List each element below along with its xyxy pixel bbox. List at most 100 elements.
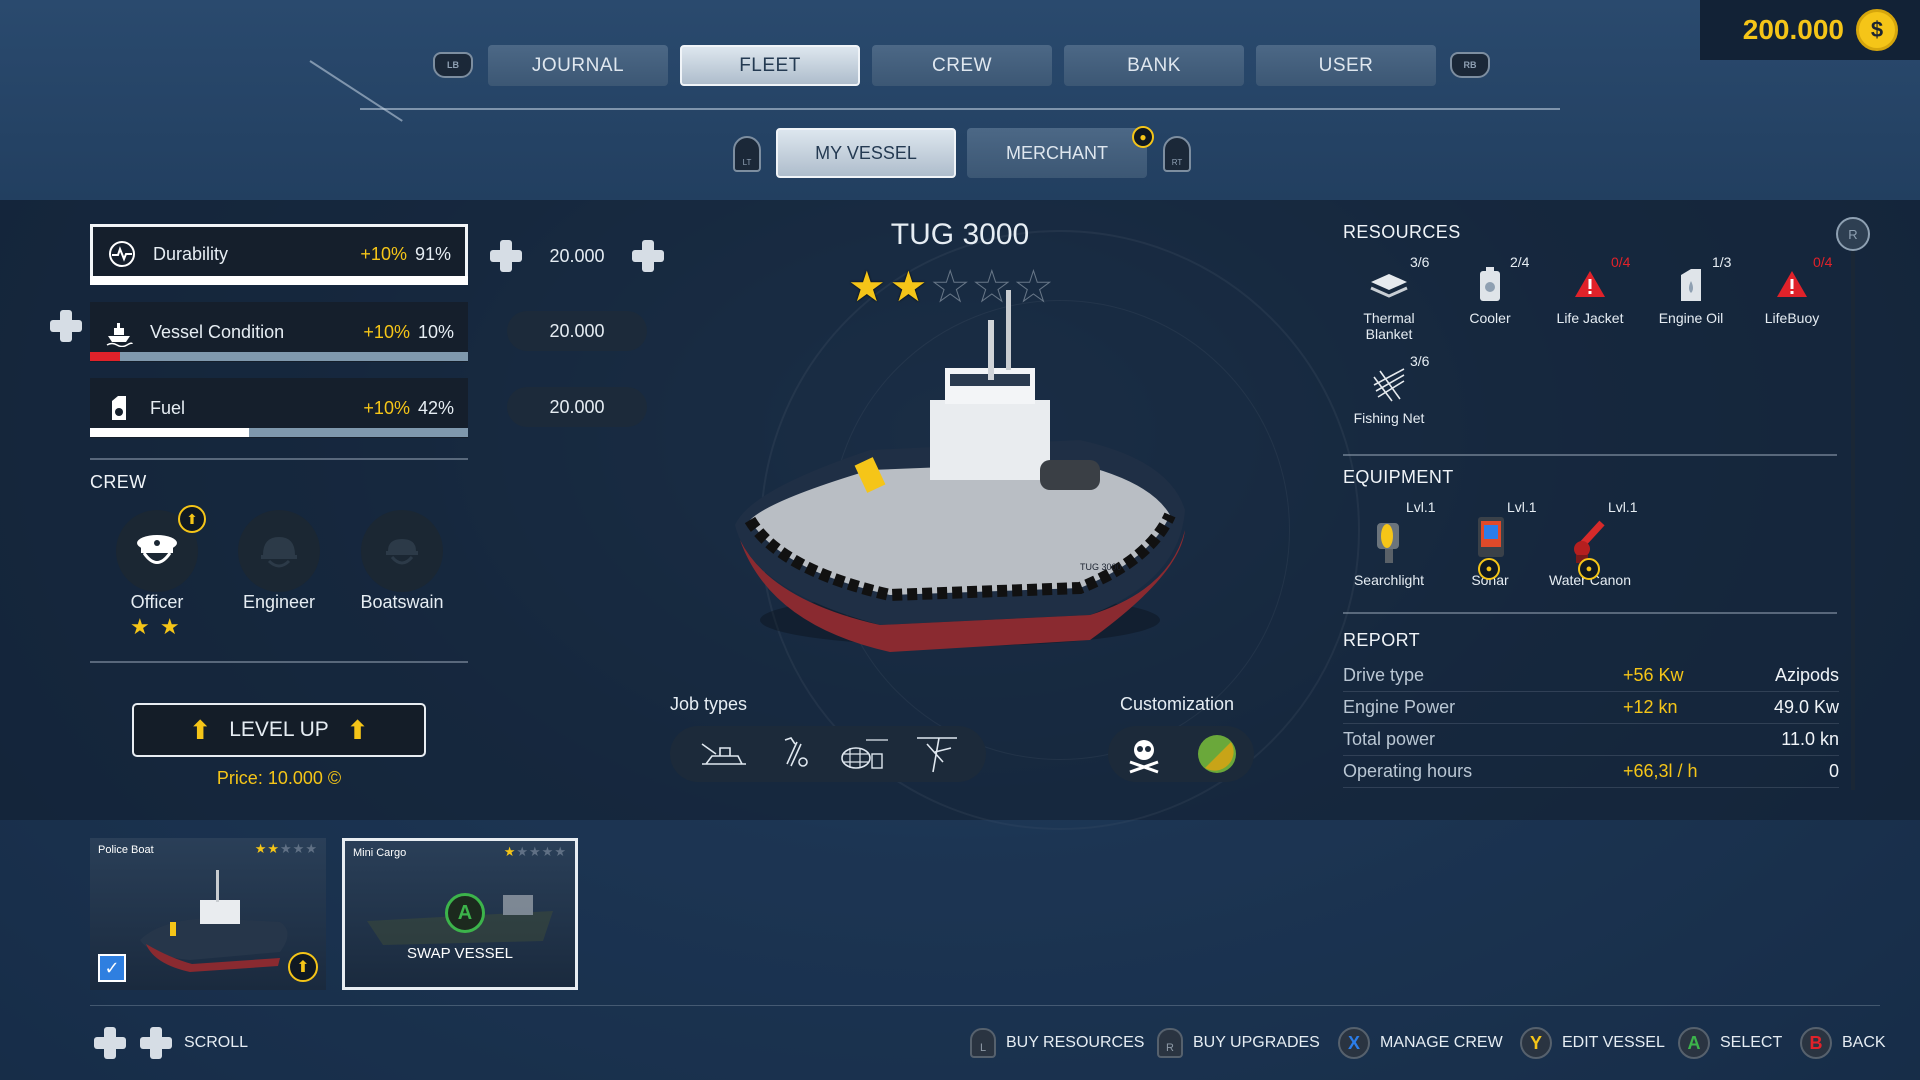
report-bonus: +56 Kw [1623, 665, 1684, 685]
vessel-card-stars: ★★★★★ [254, 841, 318, 856]
fuel-cost[interactable]: 20.000 [507, 387, 647, 427]
subtab-my-vessel[interactable]: MY VESSEL [776, 128, 956, 178]
report-bonus: +66,3l / h [1623, 761, 1698, 781]
vessel-card-name: Police Boat [98, 844, 154, 856]
hint-label: BUY UPGRADES [1193, 1034, 1320, 1051]
fuel-bar [90, 428, 468, 437]
footer-divider [90, 1005, 1880, 1006]
resource-name: Life Jacket [1556, 310, 1624, 326]
durability-cost[interactable]: 20.000 [507, 236, 647, 276]
boatswain-avatar[interactable] [361, 510, 443, 592]
vessel-condition-cost[interactable]: 20.000 [507, 311, 647, 351]
right-panel-scrollbar[interactable] [1851, 230, 1855, 790]
level-up-label: LEVEL UP [229, 718, 329, 741]
resource-thermal-blanket[interactable]: Thermal Blanket [1341, 262, 1437, 342]
report-row: Total power 11.0 kn [1343, 724, 1839, 756]
resource-life-jacket[interactable]: Life Jacket [1542, 262, 1638, 326]
resource-name: Engine Oil [1658, 310, 1724, 326]
coin-icon: © [327, 768, 342, 788]
hull-name: TUG 3000 [1080, 562, 1122, 572]
rt-trigger-icon: R [1157, 1028, 1183, 1058]
fuel-icon [104, 393, 134, 423]
upgrade-icon: ⬆ [288, 952, 318, 982]
stat-bonus: +10% [363, 321, 410, 342]
equipment-title: EQUIPMENT [1343, 467, 1454, 487]
rescue-icon [916, 737, 957, 773]
arrow-up-icon: ⬆ [189, 714, 212, 745]
report-value: 0 [1828, 761, 1839, 781]
hint-scroll[interactable]: SCROLL [92, 1026, 248, 1060]
equipment-searchlight[interactable]: Searchlight [1341, 512, 1437, 588]
durability-bar-fill [90, 276, 468, 285]
tab-fleet[interactable]: FLEET [680, 45, 860, 86]
sonar-notification-icon: ● [1478, 558, 1500, 580]
tab-user[interactable]: USER [1256, 45, 1436, 86]
lt-trigger-icon[interactable]: LT [733, 136, 761, 172]
report-label: Operating hours [1343, 761, 1473, 781]
r-stick-icon[interactable]: R [1836, 217, 1870, 251]
subtab-merchant[interactable]: MERCHANT [967, 128, 1147, 178]
hint-back[interactable]: B BACK [1800, 1026, 1886, 1060]
report-label: Drive type [1343, 665, 1425, 685]
stat-label: Fuel [150, 397, 186, 418]
vessel-card-name: Mini Cargo [353, 847, 407, 859]
resources-title: RESOURCES [1343, 222, 1461, 242]
job-types [670, 726, 986, 782]
tab-crew[interactable]: CREW [872, 45, 1052, 86]
divider [90, 458, 468, 460]
stat-bonus: +10% [363, 397, 410, 418]
stat-value: 42% [417, 397, 454, 418]
stat-bonus: +10% [360, 243, 407, 264]
alert-warning-icon [1770, 262, 1814, 306]
job-types-label: Job types [670, 694, 748, 714]
swap-vessel-label: SWAP VESSEL [407, 945, 513, 962]
skull-crossbones-icon[interactable] [1126, 734, 1162, 774]
hint-buy-upgrades[interactable]: R BUY UPGRADES [1157, 1026, 1320, 1060]
resource-lifebuoy[interactable]: LifeBuoy [1744, 262, 1840, 326]
lb-bumper-icon[interactable]: LB [433, 52, 473, 78]
tab-bank[interactable]: BANK [1064, 45, 1244, 86]
stat-value: 10% [417, 321, 454, 342]
tab-journal[interactable]: JOURNAL [488, 45, 668, 86]
report-title: REPORT [1343, 630, 1421, 650]
hint-label: BUY RESOURCES [1006, 1034, 1145, 1051]
rb-bumper-icon[interactable]: RB [1450, 52, 1490, 78]
report-bonus: +12 kn [1623, 697, 1678, 717]
a-button-icon[interactable]: A [445, 893, 485, 933]
currency-value: 200.000 [1742, 14, 1844, 45]
dpad-icon [92, 1025, 128, 1061]
resource-fishing-net[interactable]: Fishing Net [1341, 362, 1437, 426]
hint-buy-resources[interactable]: L BUY RESOURCES [970, 1026, 1144, 1060]
resource-name: Cooler [1469, 310, 1511, 326]
checkbox-checked-icon[interactable]: ✓ [98, 954, 126, 982]
water-canon-notification-icon: ● [1578, 558, 1600, 580]
hint-edit-vessel[interactable]: Y EDIT VESSEL [1520, 1026, 1665, 1060]
hint-select[interactable]: A SELECT [1678, 1026, 1782, 1060]
boatswain-cap-icon [386, 539, 418, 565]
y-button-icon: Y [1520, 1027, 1552, 1059]
stat-durability[interactable]: Durability +10% 91% [90, 224, 468, 284]
vessel-card-mini-cargo[interactable]: Mini Cargo ★★★★★ A SWAP VESSEL [342, 838, 578, 990]
alert-warning-icon [1568, 262, 1612, 306]
dpad-icon [138, 1025, 174, 1061]
vessel-condition-bar [90, 352, 468, 361]
resource-cooler[interactable]: Cooler [1442, 262, 1538, 326]
resource-engine-oil[interactable]: Engine Oil [1643, 262, 1739, 326]
divider [1343, 454, 1837, 456]
vessel-condition-bar-fill [90, 352, 121, 361]
rt-trigger-icon[interactable]: RT [1163, 136, 1191, 172]
report-value: Azipods [1774, 665, 1839, 685]
fishing-net-icon [840, 739, 888, 769]
hint-manage-crew[interactable]: X MANAGE CREW [1338, 1026, 1503, 1060]
engineer-avatar[interactable] [238, 510, 320, 592]
paint-swatch-icon[interactable] [1197, 734, 1237, 774]
vessel-card-police-boat[interactable]: Police Boat ★★★★★ ✓ ⬆ [90, 838, 326, 990]
officer-stars: ★ ★ [130, 614, 182, 639]
resource-count: 0/4 [1813, 254, 1833, 270]
resource-name: Fishing Net [1353, 410, 1425, 426]
report-row: Operating hours +66,3l / h 0 [1343, 756, 1839, 788]
customization-label: Customization [1120, 694, 1235, 714]
tugboat-model[interactable]: TUG 3000 [710, 290, 1210, 680]
searchlight-icon [1361, 512, 1417, 568]
level-up-button[interactable]: ⬆ LEVEL UP ⬆ [132, 703, 426, 757]
